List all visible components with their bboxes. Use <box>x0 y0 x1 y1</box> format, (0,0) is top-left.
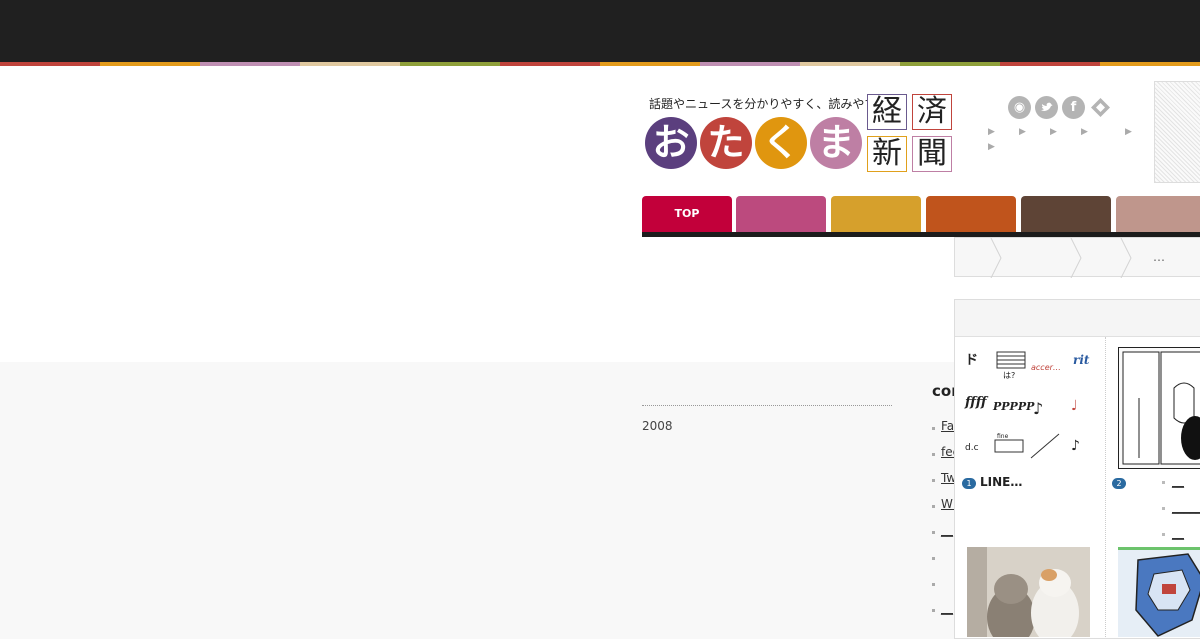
list-bullet <box>932 427 935 430</box>
svg-text:accer…: accer… <box>1031 363 1061 372</box>
article-thumbnail-cats[interactable] <box>967 547 1090 637</box>
logo-kanji-sai: 済 <box>912 94 952 130</box>
list-bullet <box>932 479 935 482</box>
logo-circle-o[interactable]: お <box>645 117 697 169</box>
tab-category-3[interactable] <box>831 196 921 232</box>
logo-kanji-kei: 経 <box>867 94 907 130</box>
svg-text:ド: ド <box>965 353 978 368</box>
ranking-sub-link-3[interactable]: __ <box>1172 526 1184 540</box>
logo-circle-ma[interactable]: ま <box>810 117 862 169</box>
feedly-icon[interactable] <box>1089 96 1112 119</box>
manga-panel-illustration <box>1122 351 1200 465</box>
ranking-sub-link-2[interactable]: _____ <box>1172 500 1200 514</box>
tab-category-5[interactable] <box>1021 196 1111 232</box>
header-ad-banner[interactable] <box>1154 81 1200 183</box>
twitter-icon[interactable] <box>1035 96 1058 119</box>
article-thumbnail-robot[interactable] <box>1118 547 1200 637</box>
svg-text:d.c: d.c <box>965 443 979 453</box>
rank-badge-2: 2 <box>1112 478 1126 489</box>
ranking-thumbnail-1[interactable]: ド は? accer… rit ffff PPPPP ♪ ♩ d.c fine … <box>963 346 1093 468</box>
header-link-arrow[interactable]: ▶ <box>1019 127 1026 137</box>
header-link-arrow[interactable]: ▶ <box>988 127 995 137</box>
list-bullet <box>932 583 935 586</box>
logo-kanji-bun: 聞 <box>912 136 952 172</box>
list-bullet <box>932 531 935 534</box>
svg-text:fine: fine <box>997 433 1009 440</box>
cats-photo <box>967 547 1090 637</box>
ranking-thumbnail-2[interactable] <box>1118 347 1200 469</box>
contents-link-8[interactable]: __ <box>941 601 953 615</box>
rank-badge-1: 1 <box>962 478 976 489</box>
header-link-arrow[interactable]: ▶ <box>988 142 995 152</box>
breadcrumb-current: … <box>1153 250 1165 264</box>
header-link-arrow[interactable]: ▶ <box>1125 127 1132 137</box>
svg-text:は?: は? <box>1003 371 1015 380</box>
tab-category-6[interactable] <box>1116 196 1200 232</box>
robot-illustration <box>1118 550 1200 637</box>
facebook-icon[interactable]: f <box>1062 96 1085 119</box>
feedly-glyph <box>1091 98 1110 117</box>
list-bullet <box>1162 481 1165 484</box>
list-bullet <box>1162 533 1165 536</box>
rss-icon[interactable]: ◉ <box>1008 96 1031 119</box>
logo-circle-ku[interactable]: く <box>755 117 807 169</box>
header-link-arrow[interactable]: ▶ <box>1050 127 1057 137</box>
top-bar <box>0 0 1200 62</box>
tab-category-4[interactable] <box>926 196 1016 232</box>
svg-text:PPPPP: PPPPP <box>992 400 1035 413</box>
list-bullet <box>932 505 935 508</box>
tab-top[interactable]: TOP <box>642 196 732 232</box>
logo-kanji-shin: 新 <box>867 136 907 172</box>
ranking-sub-link-1[interactable]: __ <box>1172 474 1184 488</box>
svg-text:ffff: ffff <box>964 395 989 410</box>
list-bullet <box>932 609 935 612</box>
ranking-item-title-1[interactable]: LINE… <box>980 475 1022 489</box>
ranking-panel-header <box>955 300 1200 337</box>
svg-text:rit: rit <box>1073 353 1090 367</box>
svg-text:♪: ♪ <box>1071 438 1080 454</box>
svg-text:♪: ♪ <box>1033 399 1043 418</box>
tab-category-2[interactable] <box>736 196 826 232</box>
list-bullet <box>1162 507 1165 510</box>
site-tagline: 話題やニュースを分かりやすく、読みやすく。 <box>649 97 901 111</box>
list-bullet <box>932 453 935 456</box>
archive-divider <box>642 405 892 406</box>
contents-link-5[interactable]: __ <box>941 523 953 537</box>
twitter-bird-glyph <box>1041 102 1053 111</box>
music-terms-illustration: ド は? accer… rit ffff PPPPP ♪ ♩ d.c fine … <box>964 351 1090 459</box>
header-link-arrow[interactable]: ▶ <box>1081 127 1088 137</box>
archive-year[interactable]: 2008 <box>642 419 673 433</box>
logo-circle-ta[interactable]: た <box>700 117 752 169</box>
svg-text:♩: ♩ <box>1071 398 1078 414</box>
ranking-divider <box>1105 337 1106 637</box>
list-bullet <box>932 557 935 560</box>
